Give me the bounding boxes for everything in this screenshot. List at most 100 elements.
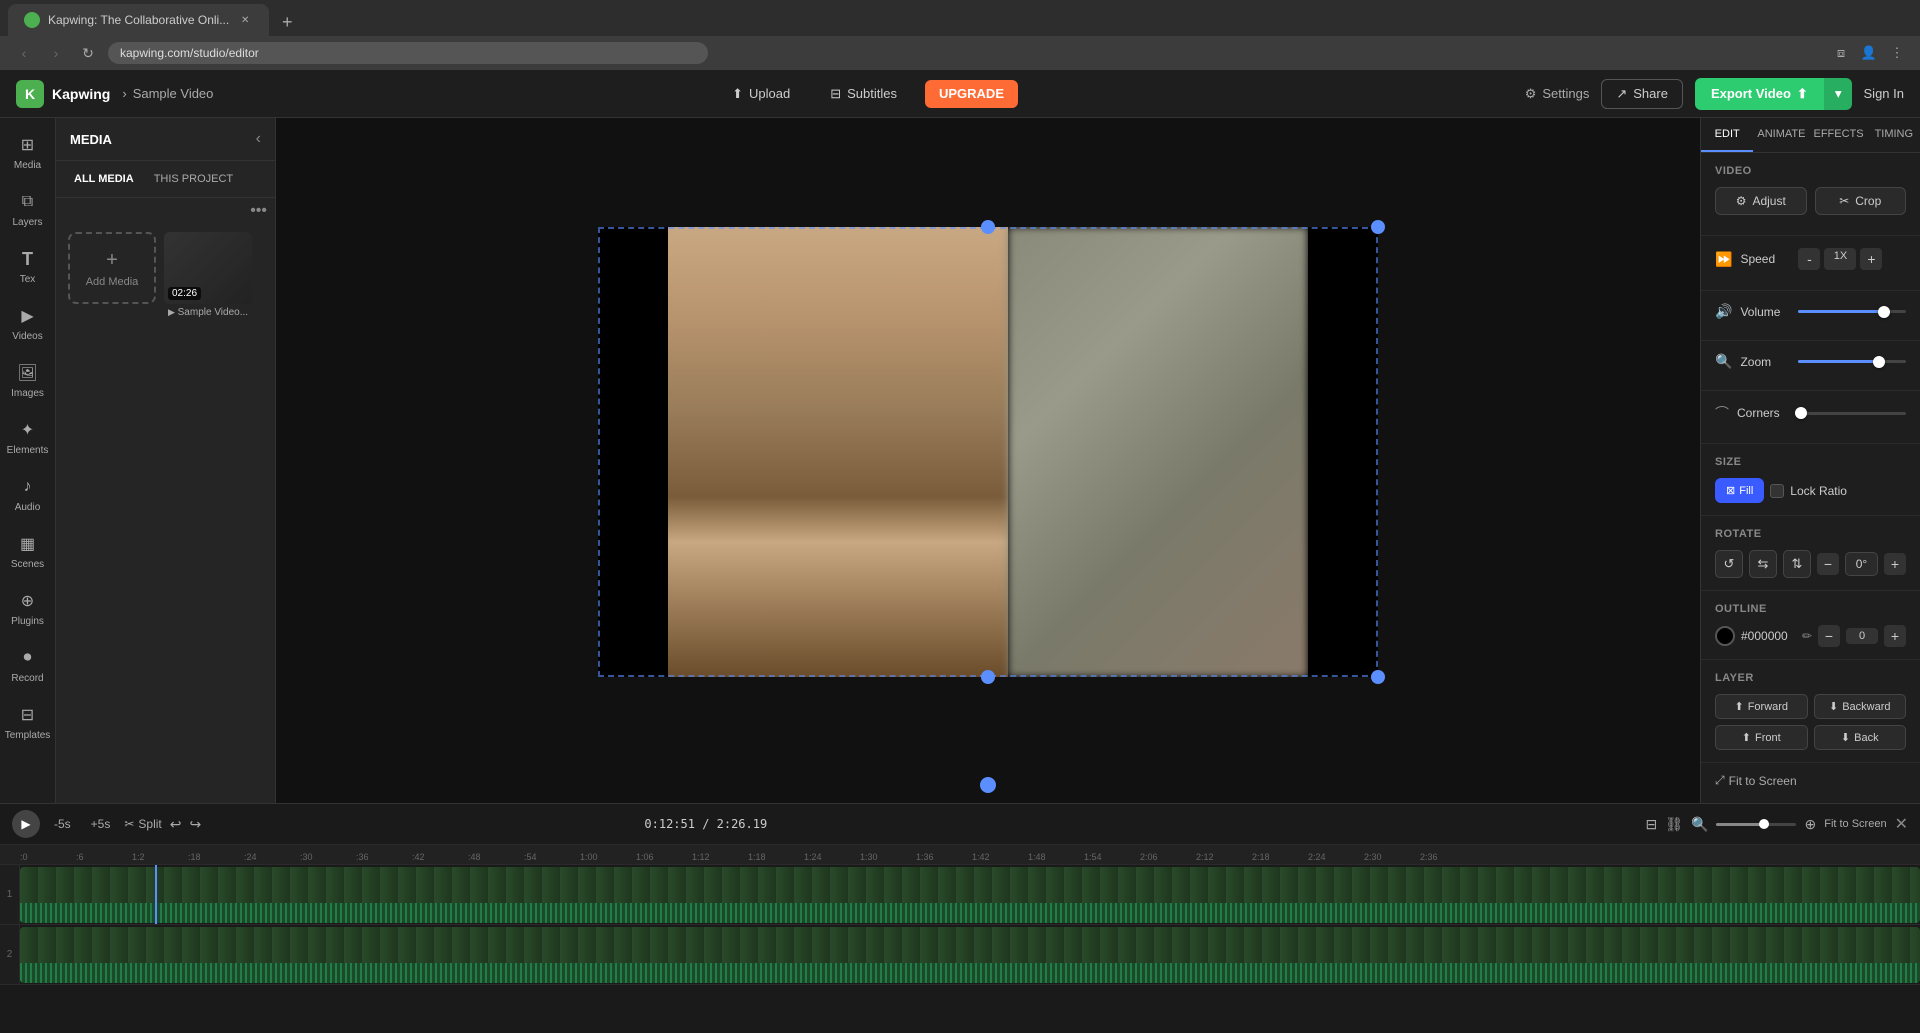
layer-row2: ⬆ Front ⬇ Back: [1715, 725, 1906, 750]
tab-animate[interactable]: ANIMATE: [1753, 118, 1809, 152]
lock-ratio-checkbox[interactable]: [1770, 484, 1784, 498]
profile-icon[interactable]: 👤: [1858, 42, 1880, 64]
zoom-timeline-thumb[interactable]: [1759, 819, 1769, 829]
track-content-1: [20, 865, 1920, 924]
sidebar-label-text: Tex: [20, 274, 36, 285]
settings-icon: ⚙: [1525, 86, 1537, 102]
sidebar-item-plugins[interactable]: ⊕ Plugins: [2, 582, 54, 635]
settings-btn[interactable]: ⚙ Settings: [1525, 86, 1590, 102]
corners-slider[interactable]: [1795, 412, 1906, 415]
size-section: SIZE ⊠ Fill Lock Ratio: [1701, 444, 1920, 516]
address-bar[interactable]: kapwing.com/studio/editor: [108, 42, 708, 64]
backward-btn[interactable]: ⬇ Backward: [1814, 694, 1907, 719]
selection-handle-top[interactable]: [981, 220, 995, 234]
fit-screen-timeline-btn[interactable]: Fit to Screen: [1824, 818, 1886, 830]
sidebar-item-media[interactable]: ⊞ Media: [2, 126, 54, 179]
volume-slider[interactable]: [1798, 310, 1906, 313]
sidebar-item-templates[interactable]: ⊟ Templates: [2, 696, 54, 749]
skip-back-btn[interactable]: -5s: [48, 813, 77, 835]
media-tab-project[interactable]: THIS PROJECT: [148, 169, 239, 189]
video-frame[interactable]: [598, 227, 1378, 677]
media-thumb[interactable]: 02:26: [164, 232, 252, 304]
outline-color-swatch[interactable]: [1715, 626, 1735, 646]
rotate-minus-btn[interactable]: −: [1817, 553, 1839, 575]
corners-thumb[interactable]: [1795, 407, 1807, 419]
undo-btn[interactable]: ↩: [170, 816, 182, 833]
upload-btn[interactable]: ⬆ Upload: [720, 80, 802, 108]
zoom-search-icon[interactable]: 🔍: [1691, 816, 1708, 833]
fit-to-screen-btn[interactable]: ⤢ Fit to Screen: [1715, 773, 1797, 788]
forward-btn[interactable]: ⬆ Forward: [1715, 694, 1808, 719]
volume-thumb[interactable]: [1878, 306, 1890, 318]
signin-btn[interactable]: Sign In: [1864, 86, 1904, 101]
settings-icon[interactable]: ⋮: [1886, 42, 1908, 64]
export-btn[interactable]: Export Video ⬆: [1695, 78, 1824, 110]
sidebar-item-text[interactable]: T Tex: [2, 240, 54, 293]
active-tab[interactable]: Kapwing: The Collaborative Onli... ✕: [8, 4, 269, 36]
zoom-expand-icon[interactable]: ⊕: [1804, 816, 1816, 833]
close-timeline-btn[interactable]: ✕: [1895, 814, 1908, 834]
link-icon[interactable]: ⛓: [1665, 816, 1683, 833]
sidebar-item-scenes[interactable]: ▦ Scenes: [2, 525, 54, 578]
export-dropdown-btn[interactable]: ▾: [1824, 78, 1852, 110]
speed-minus-btn[interactable]: -: [1798, 248, 1820, 270]
new-tab-btn[interactable]: +: [273, 8, 301, 36]
extensions-icon[interactable]: ⧈: [1830, 42, 1852, 64]
ruler-mark: 2:24: [1308, 845, 1364, 864]
selection-handle-bottom-right[interactable]: [1371, 670, 1385, 684]
upload-icon-export: ⬆: [1797, 86, 1808, 102]
tab-edit[interactable]: EDIT: [1701, 118, 1753, 152]
edit-color-icon[interactable]: ✏: [1802, 629, 1812, 643]
track-clip-1[interactable]: [20, 867, 1920, 923]
front-btn[interactable]: ⬆ Front: [1715, 725, 1808, 750]
media-tab-all[interactable]: ALL MEDIA: [68, 169, 140, 189]
ruler-mark: :18: [188, 845, 244, 864]
fill-btn[interactable]: ⊠ Fill: [1715, 478, 1764, 503]
play-btn[interactable]: ▶: [12, 810, 40, 838]
zoom-timeline-slider[interactable]: [1716, 823, 1796, 826]
outline-title: OUTLINE: [1715, 603, 1906, 615]
sidebar-item-videos[interactable]: ▶ Videos: [2, 297, 54, 350]
back-btn[interactable]: ‹: [12, 41, 36, 65]
upload-icon: ⬆: [732, 86, 743, 102]
upgrade-btn[interactable]: UPGRADE: [925, 80, 1018, 108]
track-clip-2[interactable]: [20, 927, 1920, 983]
split-btn[interactable]: ✂ Split: [124, 817, 161, 831]
outline-minus-btn[interactable]: −: [1818, 625, 1840, 647]
tab-effects[interactable]: EFFECTS: [1809, 118, 1867, 152]
subtitles-btn[interactable]: ⊟ Subtitles: [818, 80, 909, 108]
add-media-btn[interactable]: + Add Media: [68, 232, 156, 304]
refresh-btn[interactable]: ↻: [76, 41, 100, 65]
tab-close-btn[interactable]: ✕: [237, 12, 253, 28]
flip-h-btn[interactable]: ⇆: [1749, 550, 1777, 578]
share-btn[interactable]: ↗ Share: [1601, 79, 1683, 109]
selection-handle-top-right[interactable]: [1371, 220, 1385, 234]
rotate-ccw-btn[interactable]: ↺: [1715, 550, 1743, 578]
sidebar-item-audio[interactable]: ♪ Audio: [2, 468, 54, 521]
sidebar-item-images[interactable]: 🖼 Images: [2, 354, 54, 407]
flip-v-btn[interactable]: ⇅: [1783, 550, 1811, 578]
breadcrumb-project[interactable]: Sample Video: [133, 86, 214, 101]
skip-forward-btn[interactable]: +5s: [85, 813, 117, 835]
selection-handle-bottom[interactable]: [981, 670, 995, 684]
adjust-btn[interactable]: ⚙ Adjust: [1715, 187, 1807, 215]
rotate-plus-btn[interactable]: +: [1884, 553, 1906, 575]
audio-icon: ♪: [17, 476, 39, 498]
media-collapse-btn[interactable]: ‹: [256, 130, 261, 148]
sidebar-item-layers[interactable]: ⧉ Layers: [2, 183, 54, 236]
back-btn[interactable]: ⬇ Back: [1814, 725, 1907, 750]
crop-btn[interactable]: ✂ Crop: [1815, 187, 1907, 215]
zoom-slider[interactable]: [1798, 360, 1906, 363]
sidebar-item-record[interactable]: ⏺ Record: [2, 639, 54, 692]
outline-plus-btn[interactable]: +: [1884, 625, 1906, 647]
redo-btn[interactable]: ↪: [190, 816, 202, 833]
zoom-thumb[interactable]: [1873, 356, 1885, 368]
forward-btn[interactable]: ›: [44, 41, 68, 65]
tab-favicon: [24, 12, 40, 28]
more-options-btn[interactable]: •••: [250, 202, 267, 220]
storyboard-icon[interactable]: ⊟: [1646, 816, 1658, 833]
media-item[interactable]: 02:26 ▶ Sample Video...: [164, 232, 252, 318]
sidebar-item-elements[interactable]: ✦ Elements: [2, 411, 54, 464]
speed-plus-btn[interactable]: +: [1860, 248, 1882, 270]
tab-timing[interactable]: TIMING: [1868, 118, 1920, 152]
